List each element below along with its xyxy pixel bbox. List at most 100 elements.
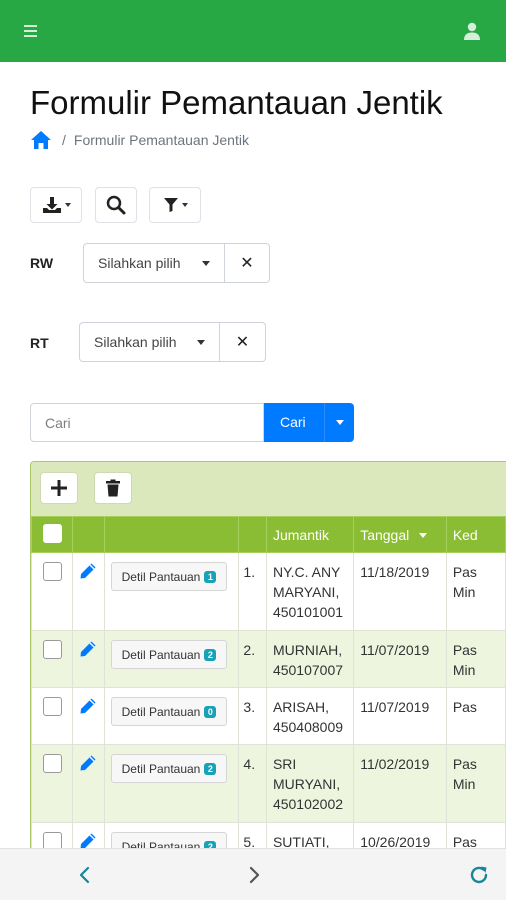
row-number: 2. xyxy=(238,630,267,688)
trash-icon xyxy=(106,479,120,497)
tanggal-cell: 11/07/2019 xyxy=(353,630,447,688)
ked-cell: Pas Min xyxy=(445,552,506,631)
header-jumantik[interactable]: Jumantik xyxy=(265,516,355,553)
delete-rows-button[interactable] xyxy=(94,472,132,504)
row-number: 1. xyxy=(238,552,267,631)
header-tanggal[interactable]: Tanggal xyxy=(353,516,447,553)
pencil-icon[interactable] xyxy=(79,562,97,580)
header-ked-label: Ked xyxy=(452,526,478,543)
rw-select[interactable]: Silahkan pilih xyxy=(83,243,225,283)
detail-button[interactable]: Detil Pantauan 0 xyxy=(110,697,228,726)
search-button[interactable]: Cari xyxy=(264,403,354,442)
pencil-icon[interactable] xyxy=(79,754,97,772)
rt-clear-button[interactable]: ✕ xyxy=(220,322,266,362)
row-checkbox[interactable] xyxy=(42,562,62,581)
data-grid: Jumantik Tanggal Ked Detil Pantauan 1 1. … xyxy=(30,461,506,850)
filter-icon xyxy=(163,198,178,212)
rw-select-value: Silahkan pilih xyxy=(98,255,181,271)
detail-button-label: Detil Pantauan xyxy=(121,704,201,719)
header-select-all xyxy=(31,516,74,553)
count-badge: 2 xyxy=(204,648,217,661)
table-row: Detil Pantauan 2 2. MURNIAH, 450107007 11… xyxy=(31,630,506,688)
rt-select[interactable]: Silahkan pilih xyxy=(79,322,220,362)
plus-icon xyxy=(51,480,67,496)
jumantik-cell: MURNIAH, 450107007 xyxy=(265,630,355,688)
tanggal-cell: 10/26/2019 xyxy=(353,822,447,850)
header-edit xyxy=(72,516,105,553)
ked-cell: Pas xyxy=(445,687,506,745)
home-icon[interactable] xyxy=(30,130,52,150)
sort-desc-icon xyxy=(419,533,428,539)
ked-cell: Pas Min xyxy=(445,744,506,823)
jumantik-cell: SRI MURYANI, 450102002 xyxy=(265,744,355,823)
row-number: 5. xyxy=(238,822,267,850)
tanggal-cell: 11/07/2019 xyxy=(353,687,447,745)
search-icon xyxy=(106,195,126,215)
jumantik-cell: ARISAH, 450408009 xyxy=(265,687,355,745)
rw-clear-button[interactable]: ✕ xyxy=(225,243,270,283)
pencil-icon[interactable] xyxy=(79,697,97,715)
table-row: Detil Pantauan 1 1. NY.C. ANY MARYANI, 45… xyxy=(31,552,506,631)
row-checkbox[interactable] xyxy=(42,640,62,659)
close-icon: ✕ xyxy=(240,255,254,272)
chevron-down-icon xyxy=(64,203,71,207)
rt-select-value: Silahkan pilih xyxy=(94,334,177,350)
header-jumantik-label: Jumantik xyxy=(272,526,329,543)
hamburger-icon[interactable] xyxy=(24,20,50,42)
detail-button-label: Detil Pantauan xyxy=(121,569,201,584)
chevron-right-icon[interactable] xyxy=(242,863,266,887)
search-button-label: Cari xyxy=(280,414,306,430)
close-icon: ✕ xyxy=(235,334,250,351)
tanggal-cell: 11/02/2019 xyxy=(353,744,447,823)
jumantik-cell: SUTIATI, xyxy=(265,822,355,850)
detail-button[interactable]: Detil Pantauan 2 xyxy=(110,640,228,669)
table-row: Detil Pantauan 2 5. SUTIATI, 10/26/2019 P… xyxy=(31,822,506,850)
search-input[interactable] xyxy=(30,403,264,442)
detail-button-label: Detil Pantauan xyxy=(121,647,201,662)
pencil-icon[interactable] xyxy=(79,640,97,658)
row-checkbox[interactable] xyxy=(42,697,62,716)
page-title: Formulir Pemantauan Jentik xyxy=(30,84,443,121)
filter-button[interactable] xyxy=(149,187,201,223)
breadcrumb-current: Formulir Pemantauan Jentik xyxy=(73,132,249,148)
table-row: Detil Pantauan 2 4. SRI MURYANI, 45010200… xyxy=(31,744,506,823)
rw-label: RW xyxy=(30,255,54,271)
chevron-left-icon[interactable] xyxy=(73,863,97,887)
user-icon[interactable] xyxy=(460,20,484,42)
row-number: 4. xyxy=(238,744,267,823)
grid-toolbar xyxy=(31,462,506,516)
chevron-down-icon xyxy=(181,203,188,207)
row-number: 3. xyxy=(238,687,267,745)
grid-table: Jumantik Tanggal Ked Detil Pantauan 1 1. … xyxy=(31,516,506,850)
breadcrumb-separator: / xyxy=(62,132,66,148)
export-button[interactable] xyxy=(30,187,82,223)
search-options-toggle[interactable] xyxy=(324,403,354,442)
count-badge: 1 xyxy=(204,570,217,583)
count-badge: 0 xyxy=(204,705,217,718)
top-app-bar xyxy=(0,0,506,62)
search-toggle-button[interactable] xyxy=(95,187,137,223)
row-checkbox[interactable] xyxy=(42,754,62,773)
detail-button-label: Detil Pantauan xyxy=(121,761,201,776)
reload-icon[interactable] xyxy=(467,863,491,887)
select-all-checkbox[interactable] xyxy=(42,523,62,543)
ked-cell: Pas xyxy=(445,822,506,850)
count-badge: 2 xyxy=(204,762,217,775)
tanggal-cell: 11/18/2019 xyxy=(353,552,447,631)
bottom-navigation-bar xyxy=(0,848,506,900)
header-ked[interactable]: Ked xyxy=(445,516,506,553)
header-detail xyxy=(103,516,240,553)
table-row: Detil Pantauan 0 3. ARISAH, 450408009 11/… xyxy=(31,687,506,745)
jumantik-cell: NY.C. ANY MARYANI, 450101001 xyxy=(265,552,355,631)
detail-button[interactable]: Detil Pantauan 2 xyxy=(110,754,228,783)
chevron-down-icon xyxy=(202,261,210,266)
detail-button[interactable]: Detil Pantauan 1 xyxy=(110,562,228,591)
rt-label: RT xyxy=(30,335,49,351)
breadcrumb: / Formulir Pemantauan Jentik xyxy=(30,130,249,150)
download-icon xyxy=(42,197,61,213)
add-row-button[interactable] xyxy=(40,472,78,504)
header-tanggal-label: Tanggal xyxy=(360,526,410,543)
header-number xyxy=(238,516,267,553)
ked-cell: Pas Min xyxy=(445,630,506,688)
chevron-down-icon xyxy=(197,340,205,345)
